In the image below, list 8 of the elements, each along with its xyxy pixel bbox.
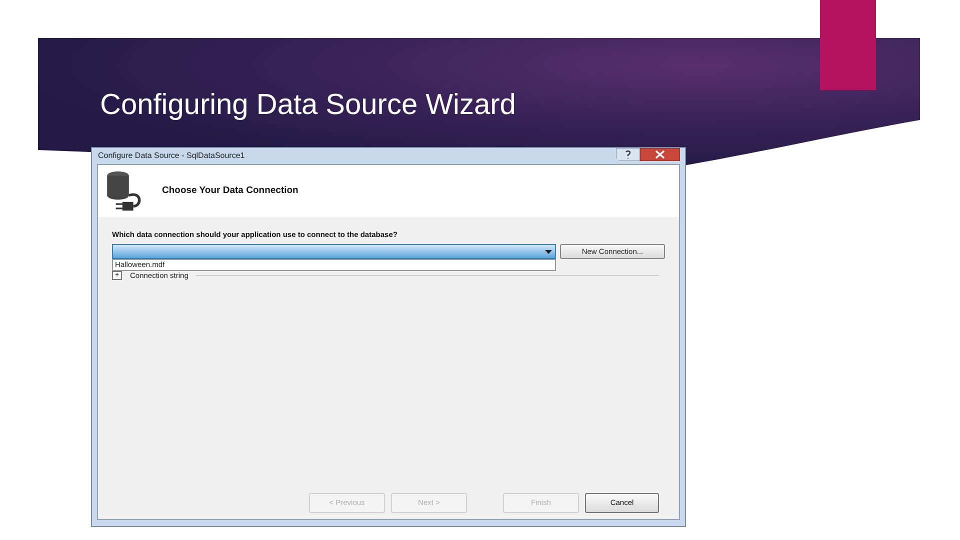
window-title: Configure Data Source - SqlDataSource1 <box>97 150 246 162</box>
help-icon[interactable] <box>616 148 640 161</box>
dropdown-arrow-icon <box>545 250 552 254</box>
slide-title: Configuring Data Source Wizard <box>100 89 516 121</box>
wizard-heading: Choose Your Data Connection <box>162 184 298 198</box>
connection-dropdown[interactable] <box>112 244 556 260</box>
close-icon[interactable] <box>640 148 680 161</box>
database-plug-icon <box>106 169 142 213</box>
